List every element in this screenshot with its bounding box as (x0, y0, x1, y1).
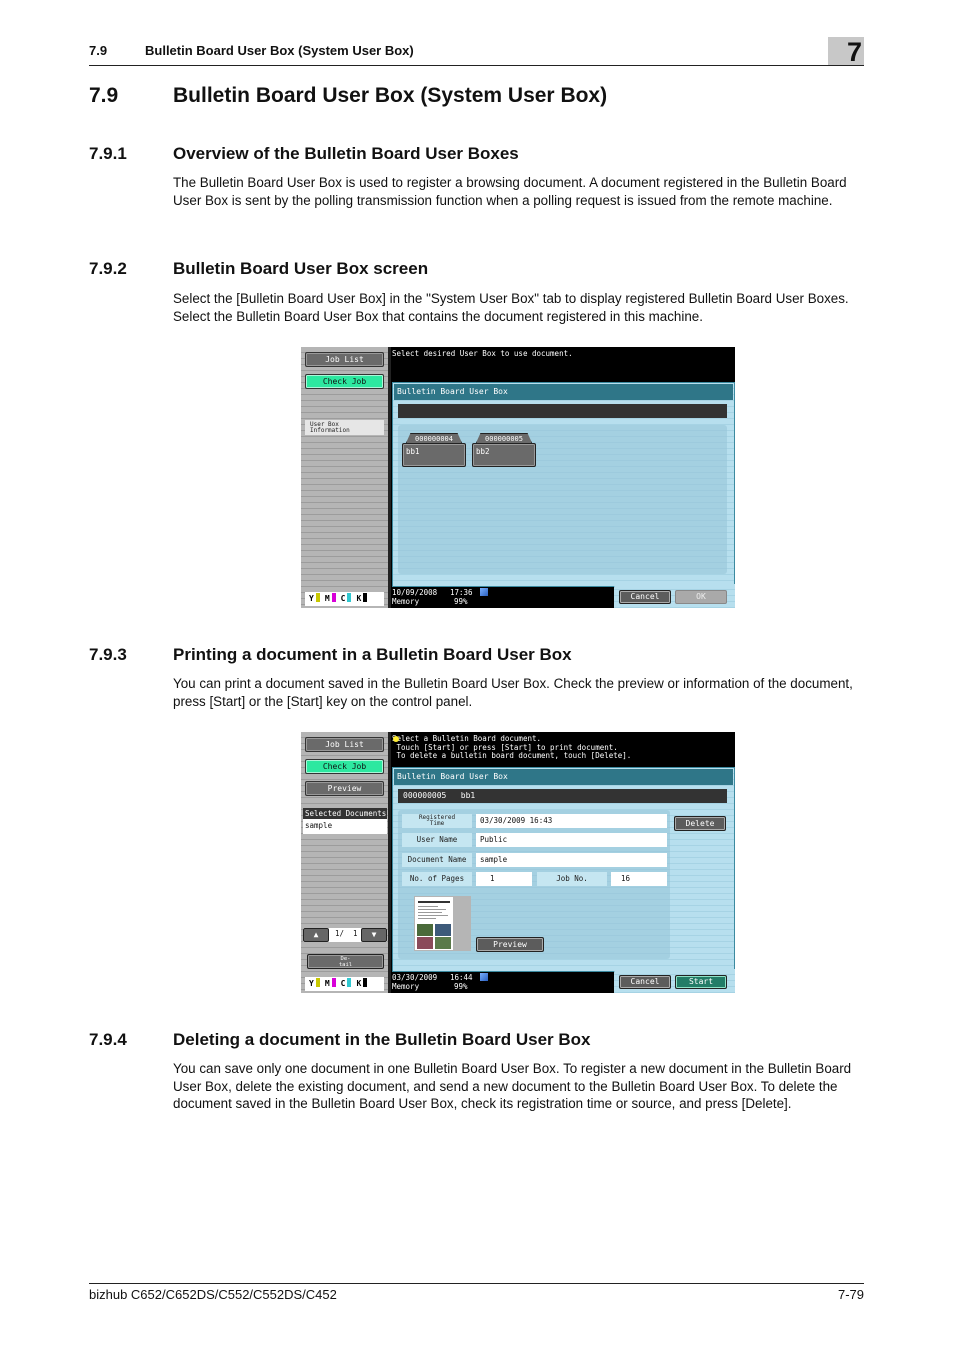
toner-magenta-icon (331, 593, 336, 602)
running-header: 7.9 Bulletin Board User Box (System User… (89, 37, 864, 67)
check-job-button[interactable]: Check Job (305, 374, 384, 389)
delete-button[interactable]: Delete (674, 816, 726, 831)
footer-model: bizhub C652/C652DS/C552/C552DS/C452 (89, 1287, 337, 1302)
lightbulb-icon (393, 736, 399, 742)
selection-bar (398, 404, 727, 418)
preview-side-button[interactable]: Preview (305, 781, 384, 796)
header-section-title: Bulletin Board User Box (System User Box… (145, 43, 414, 58)
scroll-up-button[interactable]: ▲ (303, 928, 329, 942)
screenshot-bulletin-board-list: Job List Check Job User Box Information … (301, 347, 735, 608)
document-name-value: sample (476, 853, 667, 867)
toner-indicator: YMCK (305, 592, 384, 606)
cancel-button[interactable]: Cancel (619, 590, 671, 604)
registered-time-value: 03/30/2009 16:43 (476, 814, 667, 828)
start-button[interactable]: Start (675, 975, 727, 989)
network-icon (480, 588, 488, 596)
section-heading-7-9-3: 7.9.3 Printing a document in a Bulletin B… (89, 645, 572, 664)
network-icon (480, 973, 488, 981)
panel-title: Bulletin Board User Box (394, 384, 733, 400)
pages-row: No. of Pages 1 Job No. 16 (402, 872, 667, 886)
box-number: 000000005 (476, 433, 532, 443)
user-box-information-button[interactable]: User Box Information (305, 420, 384, 435)
scroll-down-button[interactable]: ▼ (361, 928, 387, 942)
job-list-button[interactable]: Job List (305, 737, 384, 752)
memory-value: 99% (454, 982, 468, 991)
detail-button[interactable]: De- tail (307, 954, 384, 969)
user-box-folder[interactable]: 000000004 bb1 (402, 433, 466, 468)
toner-indicator: YMCK (305, 977, 384, 991)
instruction-message: Select desired User Box to use document. (392, 349, 573, 358)
box-name: bb1 (402, 443, 466, 467)
document-name-row: Document Name sample (402, 853, 667, 867)
user-name-value: Public (476, 833, 667, 847)
section-body-7-9-3: You can print a document saved in the Bu… (173, 676, 853, 709)
preview-button[interactable]: Preview (476, 937, 544, 952)
footer-page-number: 7-79 (837, 1287, 864, 1302)
selected-documents-header: Selected Documents (303, 808, 387, 819)
status-bar: 03/30/2009 16:44 Memory 99% (392, 971, 614, 993)
ok-button[interactable]: OK (675, 590, 727, 604)
selected-documents-list: Selected Documents sample (303, 808, 387, 834)
user-box-folder[interactable]: 000000005 bb2 (472, 433, 536, 468)
section-body-7-9-1: The Bulletin Board User Box is used to r… (173, 175, 847, 208)
memory-value: 99% (454, 597, 468, 606)
box-bar: 000000005 bb1 (398, 789, 727, 803)
running-footer: bizhub C652/C652DS/C552/C552DS/C452 7-79 (89, 1283, 864, 1302)
user-name-row: User Name Public (402, 833, 667, 847)
toner-yellow-icon (315, 978, 320, 987)
screenshot-bulletin-board-document: Job List Check Job Preview Selected Docu… (301, 732, 735, 993)
memory-label: Memory (392, 982, 420, 991)
toner-black-icon (363, 593, 368, 602)
bulletin-board-panel: Bulletin Board User Box 000000004 bb1 00… (392, 382, 735, 587)
pages-value: 1 (476, 872, 532, 886)
header-section-number: 7.9 (89, 43, 108, 58)
section-heading-7-9-4: 7.9.4 Deleting a document in the Bulletin… (89, 1030, 591, 1049)
toner-cyan-icon (347, 978, 352, 987)
page-title: 7.9 Bulletin Board User Box (System User … (89, 84, 608, 107)
page-indicator: 1/ 1 (335, 929, 358, 938)
check-job-button[interactable]: Check Job (305, 759, 384, 774)
section-heading-7-9-1: 7.9.1 Overview of the Bulletin Board User… (89, 144, 519, 163)
page-navigator: ▲ 1/ 1 ▼ (303, 928, 387, 942)
status-bar: 10/09/2008 17:36 Memory 99% (392, 586, 614, 608)
toner-magenta-icon (331, 978, 336, 987)
toner-yellow-icon (315, 593, 320, 602)
job-list-button[interactable]: Job List (305, 352, 384, 367)
chapter-number-badge: 7 (828, 37, 864, 67)
section-body-7-9-4: You can save only one document in one Bu… (173, 1061, 852, 1112)
bulletin-board-panel: Bulletin Board User Box 000000005 bb1 Re… (392, 767, 735, 972)
toner-black-icon (363, 978, 368, 987)
box-number: 000000004 (406, 433, 462, 443)
job-no-value: 16 (611, 872, 667, 886)
selected-document-item[interactable]: sample (303, 819, 387, 832)
registered-time-row: Registered Time 03/30/2009 16:43 (402, 814, 667, 828)
box-name: bb2 (472, 443, 536, 467)
cancel-button[interactable]: Cancel (619, 975, 671, 989)
section-body-7-9-2: Select the [Bulletin Board User Box] in … (173, 291, 849, 324)
document-thumbnail[interactable] (414, 896, 471, 951)
panel-title: Bulletin Board User Box (394, 769, 733, 785)
memory-label: Memory (392, 597, 420, 606)
toner-cyan-icon (347, 593, 352, 602)
section-heading-7-9-2: 7.9.2 Bulletin Board User Box screen (89, 259, 429, 278)
instruction-message: Select a Bulletin Board document. Touch … (392, 734, 632, 760)
